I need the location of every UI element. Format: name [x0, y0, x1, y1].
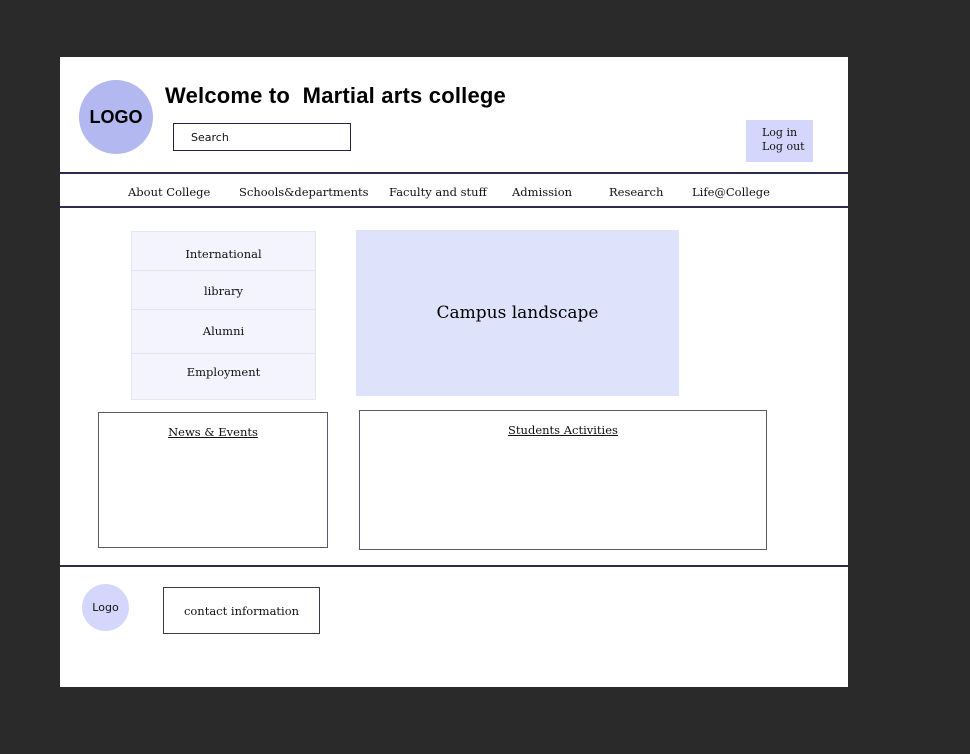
side-item-employment[interactable]: Employment [132, 365, 315, 379]
auth-box: Log in Log out [746, 120, 813, 162]
students-activities-panel: Students Activities [359, 410, 767, 550]
site-logo[interactable]: LOGO [79, 80, 153, 154]
side-divider [132, 270, 315, 271]
side-item-alumni[interactable]: Alumni [132, 324, 315, 338]
page-canvas: LOGO Welcome to Martial arts college Log… [60, 57, 848, 687]
side-divider [132, 309, 315, 310]
nav-item-research[interactable]: Research [609, 185, 663, 199]
side-menu: International library Alumni Employment [131, 231, 316, 400]
news-events-title[interactable]: News & Events [99, 425, 327, 439]
side-item-international[interactable]: International [132, 247, 315, 261]
footer-divider [60, 565, 848, 567]
students-activities-title[interactable]: Students Activities [360, 423, 766, 437]
nav-item-faculty[interactable]: Faculty and stuff [389, 185, 487, 199]
side-item-library[interactable]: library [132, 284, 315, 298]
footer-logo[interactable]: Logo [82, 584, 129, 631]
search-input[interactable] [173, 123, 351, 151]
nav-item-life-at-college[interactable]: Life@College [692, 185, 770, 199]
login-link[interactable]: Log in [762, 126, 813, 140]
page-title: Welcome to Martial arts college [165, 83, 506, 108]
news-events-panel: News & Events [98, 412, 328, 548]
contact-info-label: contact information [183, 603, 300, 618]
nav-item-about-college[interactable]: About College [128, 185, 210, 199]
hero-label: Campus landscape [436, 303, 599, 323]
footer-logo-text: Logo [92, 601, 119, 614]
campus-hero-image: Campus landscape [356, 230, 679, 396]
contact-info-box[interactable]: contact information [163, 587, 320, 634]
nav-item-schools-departments[interactable]: Schools&departments [239, 185, 369, 199]
main-nav: About College Schools&departments Facult… [60, 172, 848, 208]
nav-item-admission[interactable]: Admission [512, 185, 572, 199]
logo-text: LOGO [89, 106, 143, 127]
logout-link[interactable]: Log out [762, 140, 813, 154]
side-divider [132, 353, 315, 354]
